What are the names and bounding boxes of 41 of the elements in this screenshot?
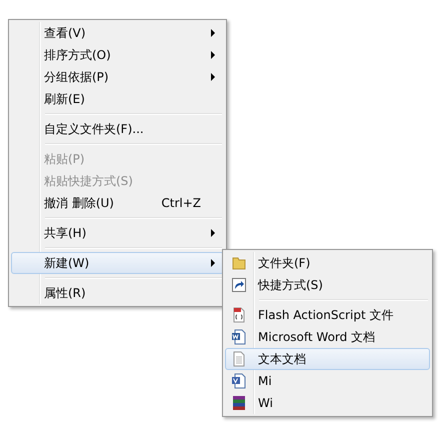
- menu-item[interactable]: Mi: [225, 370, 430, 392]
- menu-item-label: 自定义文件夹(F)...: [44, 120, 145, 138]
- menu-item[interactable]: 文件夹(F): [225, 252, 430, 274]
- menu-item-label: 属性(R): [44, 284, 87, 302]
- document-icon: [231, 329, 247, 345]
- menu-item[interactable]: Flash ActionScript 文件: [225, 304, 430, 326]
- menu-item-label: 粘贴(P): [44, 150, 86, 168]
- script-file-icon: [231, 307, 247, 323]
- menu-item[interactable]: 文本文档: [225, 348, 430, 370]
- menu-item-label: 查看(V): [44, 24, 87, 42]
- menu-item[interactable]: 新建(W): [11, 252, 224, 274]
- menu-item[interactable]: 撤消 删除(U) Ctrl+Z: [11, 192, 224, 214]
- menu-item-label: Mi: [258, 374, 273, 388]
- folder-icon: [231, 255, 247, 271]
- menu-item-label: 文件夹(F): [258, 254, 312, 272]
- menu-item[interactable]: Wi: [225, 392, 430, 414]
- menu-item-label: 共享(H): [44, 224, 88, 242]
- menu-item[interactable]: 排序方式(O): [11, 44, 224, 66]
- archive-books-icon: [231, 395, 247, 411]
- menu-item-label: 撤消 删除(U): [44, 194, 115, 212]
- menu-item-label: Wi: [258, 396, 274, 410]
- menu-item-label: 粘贴快捷方式(S): [44, 172, 134, 190]
- menu-item[interactable]: Microsoft Word 文档: [225, 326, 430, 348]
- menu-item-label: 分组依据(P): [44, 68, 110, 86]
- menu-item[interactable]: 快捷方式(S): [225, 274, 430, 296]
- menu-item-label: 快捷方式(S): [258, 276, 324, 294]
- text-file-icon: [231, 351, 247, 367]
- menu-item[interactable]: 自定义文件夹(F)...: [11, 118, 224, 140]
- menu-item[interactable]: 分组依据(P): [11, 66, 224, 88]
- menu-item[interactable]: 刷新(E): [11, 88, 224, 110]
- menu-item-label: Microsoft Word 文档: [258, 328, 376, 346]
- menu-item[interactable]: 查看(V): [11, 22, 224, 44]
- document-icon: [231, 373, 247, 389]
- menu-item-label: 文本文档: [258, 350, 307, 368]
- shortcut-label: Ctrl+Z: [161, 196, 201, 210]
- menu-item-label: 刷新(E): [44, 90, 86, 108]
- menu-item[interactable]: 属性(R): [11, 282, 224, 304]
- menu-item[interactable]: 共享(H): [11, 222, 224, 244]
- menu-item-label: Flash ActionScript 文件: [258, 306, 394, 324]
- menu-item-label: 排序方式(O): [44, 46, 112, 64]
- menu-item-label: 新建(W): [44, 254, 90, 272]
